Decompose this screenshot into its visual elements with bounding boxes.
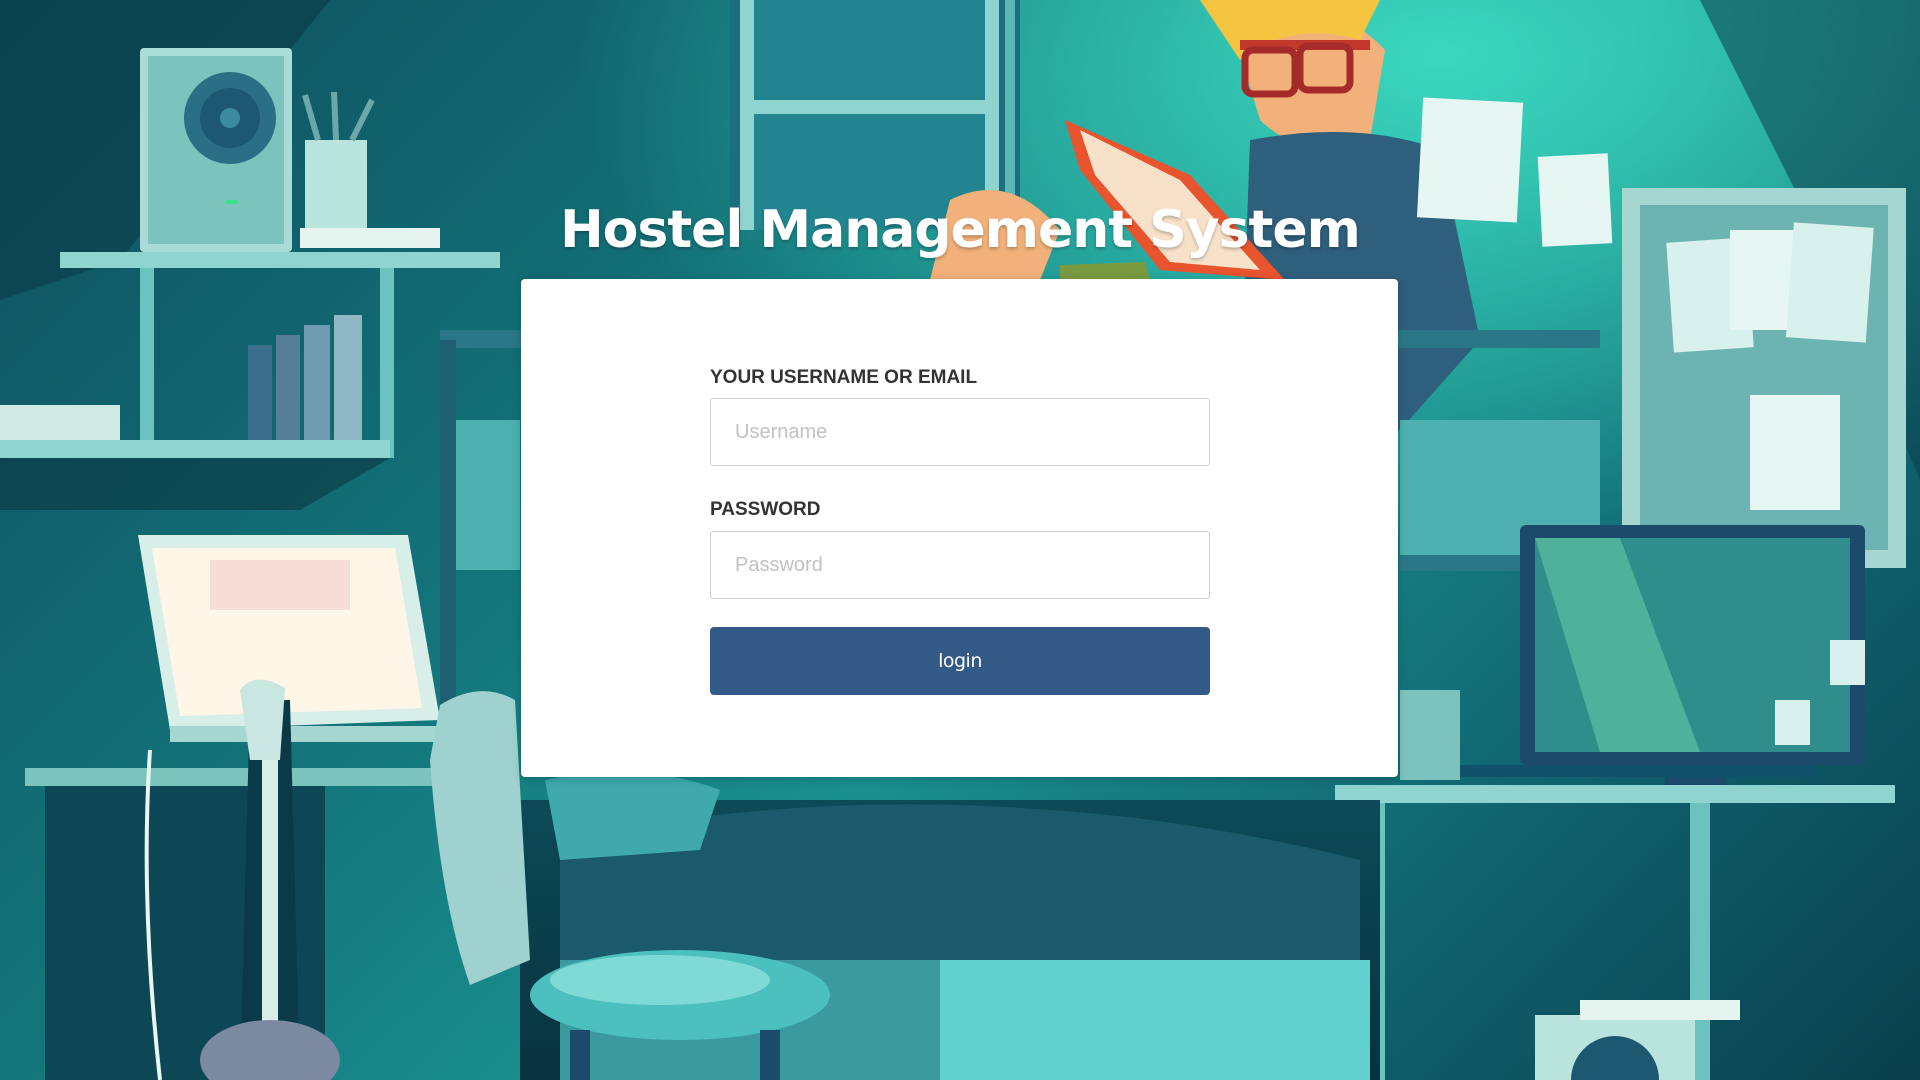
username-input[interactable] (710, 398, 1210, 466)
username-label: YOUR USERNAME OR EMAIL (710, 367, 978, 388)
password-label: PASSWORD (710, 499, 821, 520)
page-title: Hostel Management System (560, 200, 1361, 260)
login-card: YOUR USERNAME OR EMAIL PASSWORD login (521, 279, 1398, 777)
password-input[interactable] (710, 531, 1210, 599)
login-button[interactable]: login (710, 627, 1210, 695)
